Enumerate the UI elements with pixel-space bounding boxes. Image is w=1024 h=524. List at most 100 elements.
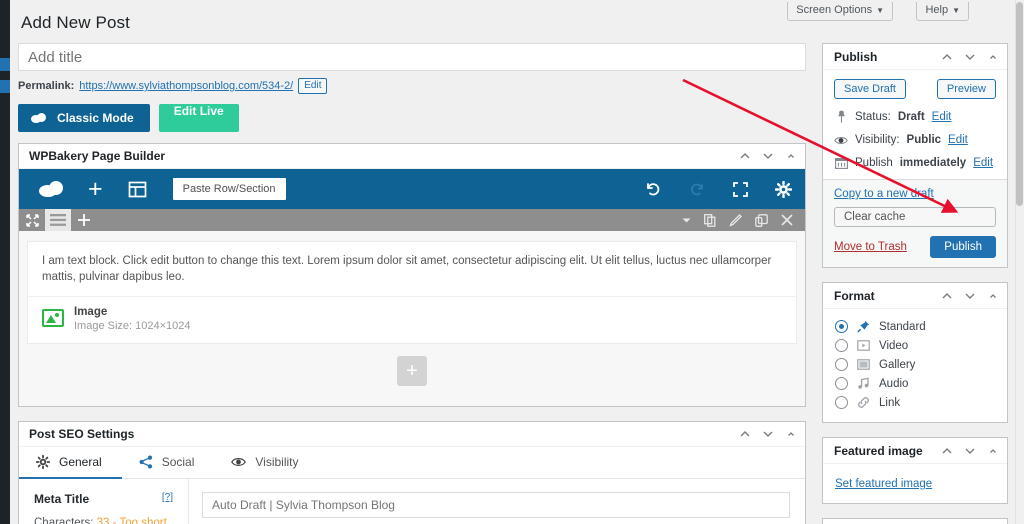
format-radio-link[interactable] [835, 396, 848, 409]
clone-icon[interactable] [755, 213, 768, 227]
close-icon[interactable] [781, 214, 793, 226]
toggle-panel-icon[interactable] [987, 290, 999, 302]
chevron-down-icon: ▼ [876, 6, 884, 15]
publish-button[interactable]: Publish [930, 236, 996, 258]
toggle-panel-icon[interactable] [785, 150, 797, 162]
page-title: Add New Post [21, 13, 130, 32]
format-option-link[interactable]: Link [835, 393, 996, 412]
tab-general-label: General [59, 455, 102, 470]
schedule-edit-link[interactable]: Edit [973, 157, 993, 169]
featured-image-metabox-header: Featured image [823, 438, 1007, 464]
admin-topbar: Screen Options ▼ Help ▼ [13, 0, 1015, 22]
format-option-audio[interactable]: Audio [835, 374, 996, 393]
status-label: Status: [855, 110, 891, 123]
tab-general[interactable]: General [19, 447, 122, 480]
admin-sidebar-rail [0, 0, 10, 524]
move-down-icon[interactable] [964, 445, 976, 457]
metabox-controls [941, 51, 999, 63]
format-radio-video[interactable] [835, 339, 848, 352]
format-radio-gallery[interactable] [835, 358, 848, 371]
edit-pencil-icon[interactable] [729, 213, 742, 227]
toggle-panel-icon[interactable] [987, 445, 999, 457]
save-draft-button[interactable]: Save Draft [834, 79, 906, 99]
text-block-element[interactable]: I am text block. Click edit button to ch… [28, 242, 796, 298]
templates-icon[interactable] [128, 180, 147, 199]
metabox-controls [941, 445, 999, 457]
format-option-video[interactable]: Video [835, 336, 996, 355]
clear-cache-button[interactable]: Clear cache [834, 207, 996, 227]
tab-social[interactable]: Social [122, 447, 215, 479]
add-element-icon[interactable]: + [88, 176, 103, 202]
categories-metabox: Categories All Categories Most Used [?] [822, 518, 1008, 524]
edit-live-label: Edit Live [173, 104, 224, 118]
move-up-icon[interactable] [739, 428, 751, 440]
move-up-icon[interactable] [941, 445, 953, 457]
screen-options-label: Screen Options [796, 4, 873, 16]
move-down-icon[interactable] [762, 150, 774, 162]
move-down-icon[interactable] [964, 290, 976, 302]
format-option-standard[interactable]: Standard [835, 317, 996, 336]
format-radio-standard[interactable] [835, 320, 848, 333]
move-up-icon[interactable] [941, 290, 953, 302]
meta-title-row: Meta Title [?] [34, 492, 173, 506]
redo-icon[interactable] [688, 180, 706, 198]
wpbakery-logo-icon[interactable] [36, 181, 66, 197]
format-label-standard: Standard [879, 320, 926, 333]
move-row-icon[interactable] [19, 209, 45, 231]
calendar-icon [834, 157, 848, 169]
format-metabox-header: Format [823, 283, 1007, 309]
tab-visibility[interactable]: Visibility [214, 447, 318, 479]
move-down-icon[interactable] [762, 428, 774, 440]
help-button[interactable]: Help ▼ [916, 2, 969, 21]
chevron-down-icon: ▼ [952, 6, 960, 15]
set-featured-image-link[interactable]: Set featured image [835, 478, 932, 490]
image-element[interactable]: Image Image Size: 1024×1024 [28, 297, 796, 343]
tab-social-label: Social [161, 455, 195, 470]
gear-icon [36, 455, 50, 470]
status-value: Draft [897, 110, 925, 123]
undo-icon[interactable] [644, 180, 662, 198]
move-to-trash-link[interactable]: Move to Trash [834, 241, 907, 253]
screen-options-button[interactable]: Screen Options ▼ [787, 2, 893, 21]
format-option-gallery[interactable]: Gallery [835, 355, 996, 374]
meta-title-input[interactable] [202, 492, 790, 519]
format-label-gallery: Gallery [879, 358, 916, 371]
wpbakery-toolbar-right [644, 180, 792, 198]
copy-to-new-draft-link[interactable]: Copy to a new draft [834, 188, 996, 200]
move-down-icon[interactable] [964, 51, 976, 63]
add-row-icon[interactable] [71, 209, 97, 231]
page-scrollbar-thumb[interactable] [1016, 2, 1023, 206]
settings-gear-icon[interactable] [775, 180, 792, 198]
format-radio-audio[interactable] [835, 377, 848, 390]
featured-image-body: Set featured image [823, 464, 1007, 503]
row-controls-right [682, 209, 805, 231]
move-up-icon[interactable] [941, 51, 953, 63]
help-marker[interactable]: [?] [162, 492, 173, 503]
seo-meta-title-fields: Remove the site title? [?] [189, 479, 805, 524]
wpbakery-row-controls [19, 209, 805, 231]
toggle-panel-icon[interactable] [785, 428, 797, 440]
chevron-down-icon[interactable] [682, 217, 691, 224]
classic-mode-button[interactable]: Classic Mode [18, 104, 150, 132]
visibility-edit-link[interactable]: Edit [948, 134, 968, 146]
paste-row-section-button[interactable]: Paste Row/Section [172, 178, 286, 200]
video-icon [856, 339, 871, 352]
add-element-button[interactable]: + [397, 356, 427, 387]
audio-icon [856, 377, 871, 390]
copy-icon[interactable] [704, 213, 716, 227]
help-label: Help [925, 4, 949, 16]
post-title-input[interactable] [18, 43, 806, 71]
preview-button[interactable]: Preview [936, 79, 996, 99]
publish-footer-actions: Copy to a new draft Clear cache Move to … [823, 179, 1007, 267]
permalink-edit-button[interactable]: Edit [298, 78, 328, 94]
move-up-icon[interactable] [739, 150, 751, 162]
toggle-panel-icon[interactable] [987, 51, 999, 63]
edit-live-button[interactable]: Edit Live [158, 104, 239, 132]
status-edit-link[interactable]: Edit [932, 111, 952, 123]
classic-mode-label: Classic Mode [57, 111, 134, 125]
fullscreen-icon[interactable] [732, 181, 749, 198]
wpbakery-canvas: I am text block. Click edit button to ch… [19, 231, 805, 407]
page-scrollbar-track[interactable] [1015, 0, 1024, 524]
row-layout-icon[interactable] [45, 209, 71, 231]
permalink-url-link[interactable]: https://www.sylviathompsonblog.com/534-2… [79, 80, 293, 92]
